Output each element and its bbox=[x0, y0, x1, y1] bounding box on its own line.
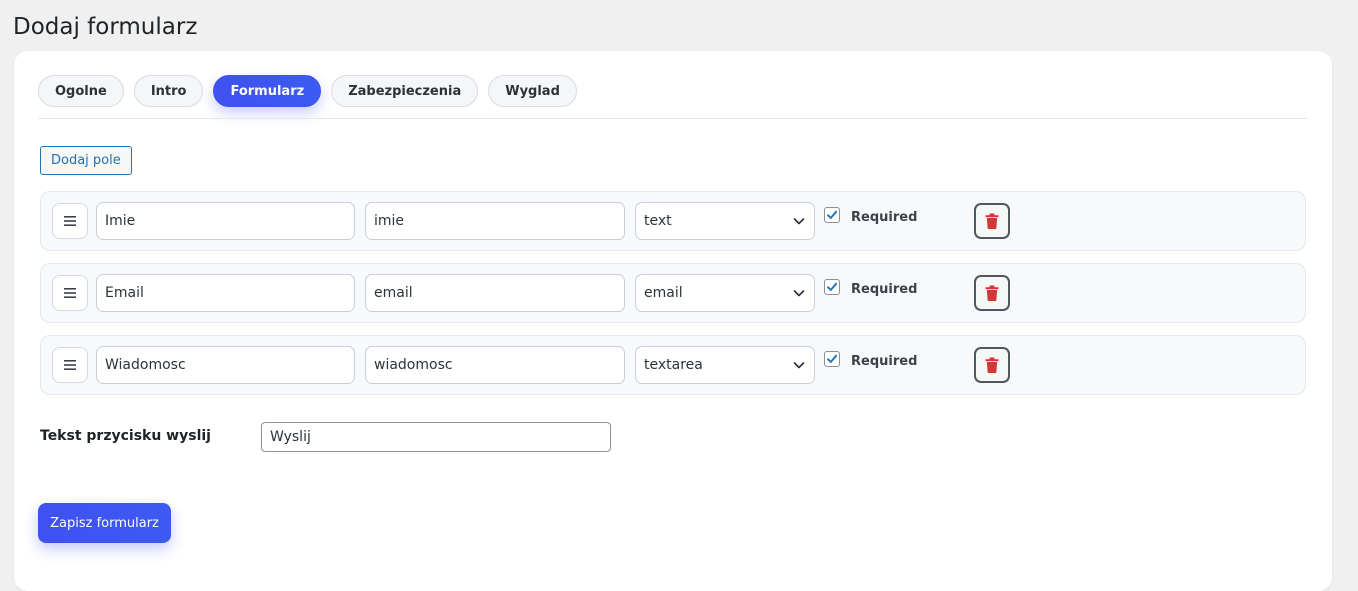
trash-icon bbox=[985, 357, 999, 373]
drag-handle-icon[interactable] bbox=[52, 203, 88, 239]
chevron-down-icon bbox=[793, 362, 805, 369]
field-label-input[interactable]: Imie bbox=[96, 202, 355, 240]
required-toggle: Required bbox=[824, 279, 918, 297]
field-name-input[interactable]: imie bbox=[365, 202, 625, 240]
chevron-down-icon bbox=[793, 290, 805, 297]
save-form-button[interactable]: Zapisz formularz bbox=[38, 503, 171, 543]
field-type-value: email bbox=[644, 285, 683, 301]
submit-text-label: Tekst przycisku wyslij bbox=[40, 428, 211, 444]
field-type-value: textarea bbox=[644, 357, 703, 373]
delete-field-button[interactable] bbox=[974, 275, 1010, 311]
checkmark-icon bbox=[827, 354, 838, 363]
chevron-down-icon bbox=[793, 218, 805, 225]
required-label: Required bbox=[851, 209, 918, 225]
form-editor-card: Ogolne Intro Formularz Zabezpieczenia Wy… bbox=[14, 51, 1332, 591]
delete-field-button[interactable] bbox=[974, 203, 1010, 239]
required-checkbox[interactable] bbox=[824, 207, 840, 223]
submit-text-input[interactable]: Wyslij bbox=[261, 422, 611, 452]
drag-handle-icon[interactable] bbox=[52, 347, 88, 383]
field-row: Imie imie text Required bbox=[40, 191, 1306, 251]
tab-zabezpieczenia[interactable]: Zabezpieczenia bbox=[331, 75, 479, 107]
page-title: Dodaj formularz bbox=[13, 14, 198, 40]
delete-field-button[interactable] bbox=[974, 347, 1010, 383]
field-label-input[interactable]: Email bbox=[96, 274, 355, 312]
add-field-button[interactable]: Dodaj pole bbox=[40, 146, 132, 175]
required-checkbox[interactable] bbox=[824, 279, 840, 295]
field-row: Wiadomosc wiadomosc textarea Required bbox=[40, 335, 1306, 395]
required-checkbox[interactable] bbox=[824, 351, 840, 367]
field-type-value: text bbox=[644, 213, 672, 229]
field-type-select[interactable]: email bbox=[635, 274, 815, 312]
trash-icon bbox=[985, 213, 999, 229]
trash-icon bbox=[985, 285, 999, 301]
tab-intro[interactable]: Intro bbox=[133, 75, 204, 107]
required-toggle: Required bbox=[824, 207, 918, 225]
field-name-input[interactable]: wiadomosc bbox=[365, 346, 625, 384]
tab-bar: Ogolne Intro Formularz Zabezpieczenia Wy… bbox=[38, 75, 577, 107]
required-label: Required bbox=[851, 353, 918, 369]
field-label-input[interactable]: Wiadomosc bbox=[96, 346, 355, 384]
checkmark-icon bbox=[827, 282, 838, 291]
field-type-select[interactable]: textarea bbox=[635, 346, 815, 384]
field-name-input[interactable]: email bbox=[365, 274, 625, 312]
drag-handle-icon[interactable] bbox=[52, 275, 88, 311]
checkmark-icon bbox=[827, 210, 838, 219]
required-toggle: Required bbox=[824, 351, 918, 369]
tab-wyglad[interactable]: Wyglad bbox=[488, 75, 577, 107]
tab-ogolne[interactable]: Ogolne bbox=[38, 75, 124, 107]
tab-formularz[interactable]: Formularz bbox=[213, 75, 322, 107]
required-label: Required bbox=[851, 281, 918, 297]
field-type-select[interactable]: text bbox=[635, 202, 815, 240]
tabs-divider bbox=[38, 118, 1308, 119]
field-row: Email email email Required bbox=[40, 263, 1306, 323]
